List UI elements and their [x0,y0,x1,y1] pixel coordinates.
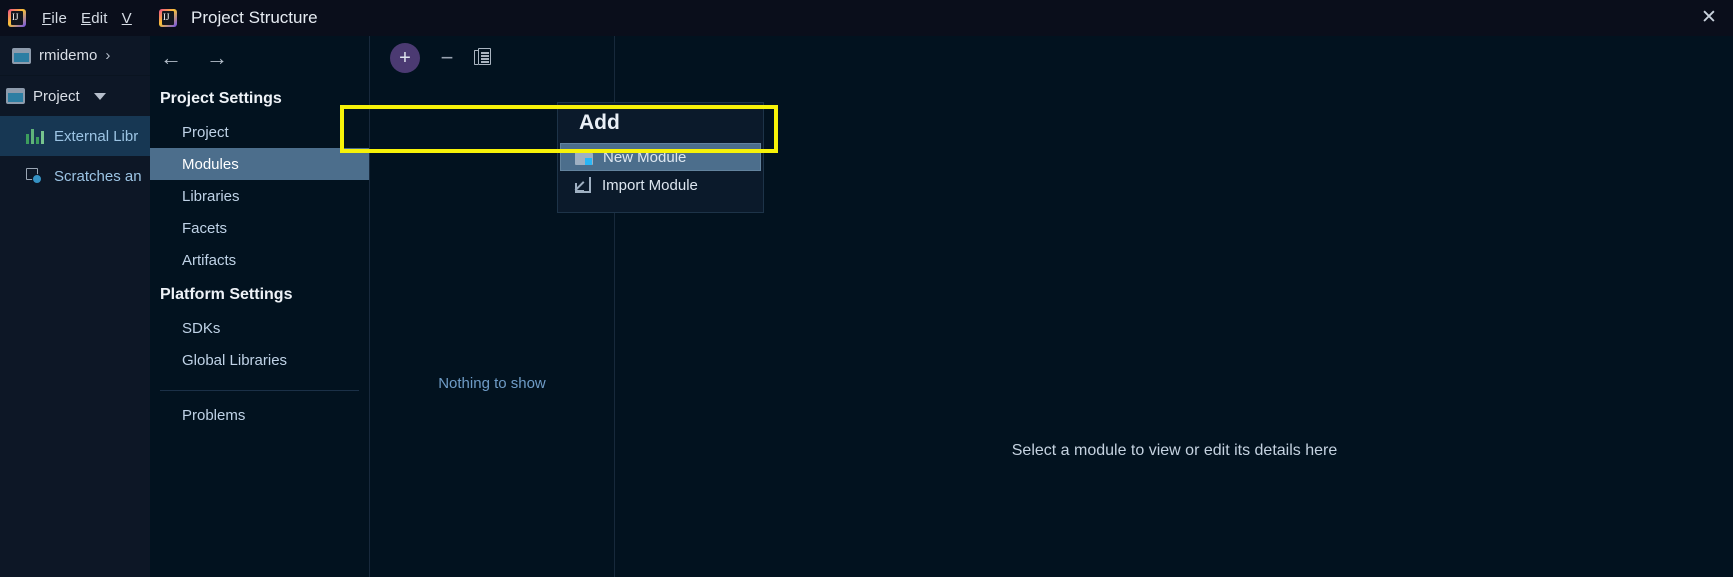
close-icon[interactable]: ✕ [1695,4,1723,32]
library-bars-icon [26,128,44,144]
tree-item-label: External Libr [54,127,139,145]
modules-toolbar: + − [370,36,614,80]
add-popup-menu: Add New Module Import Module [557,102,764,213]
breadcrumb[interactable]: rmidemo › [0,36,150,76]
project-structure-dialog: IJ Project Structure ✕ ← → Project Setti… [150,0,1733,577]
tree-item-label: Scratches an [54,167,142,185]
nav-heading-platform-settings: Platform Settings [160,286,293,303]
sidebar-item-facets[interactable]: Facets [150,212,369,244]
menu-item-view[interactable]: V [122,10,132,27]
add-button[interactable]: + [390,43,420,73]
ide-project-tool-window: rmidemo › Project External Libr Scratche… [0,36,150,577]
dialog-title-bar: IJ Project Structure ✕ [150,0,1733,36]
screen: IJ File Edit V rmidemo › Project Externa… [0,0,1733,577]
detail-empty-text: Select a module to view or edit its deta… [1011,442,1338,459]
intellij-logo-icon: IJ [157,7,179,29]
tool-window-header[interactable]: Project [0,76,150,116]
menu-item-file[interactable]: File [42,10,67,27]
module-icon [6,88,25,104]
popup-heading: Add [579,111,620,134]
tree-item-scratches[interactable]: Scratches an [0,156,150,196]
ide-menu-bar: IJ File Edit V [0,0,150,36]
sidebar-item-sdks[interactable]: SDKs [150,312,369,344]
chevron-down-icon[interactable] [93,92,106,100]
intellij-logo-icon: IJ [6,7,28,29]
forward-arrow-icon[interactable]: → [206,47,228,69]
menu-item-label: New Module [603,148,687,166]
import-module-arrow-icon [574,177,592,193]
remove-button[interactable]: − [436,47,458,69]
breadcrumb-project-label: rmidemo [39,47,98,64]
sidebar-item-global-libraries[interactable]: Global Libraries [150,344,369,376]
sidebar-item-project[interactable]: Project [150,116,369,148]
menu-item-import-module[interactable]: Import Module [560,171,761,199]
sidebar-item-artifacts[interactable]: Artifacts [150,244,369,276]
module-icon [12,47,31,64]
scratches-clock-icon [26,168,44,184]
nav-heading-project-settings: Project Settings [160,90,282,107]
dialog-title: Project Structure [191,8,318,27]
sidebar-item-modules[interactable]: Modules [150,148,369,180]
sidebar-item-libraries[interactable]: Libraries [150,180,369,212]
menu-item-label: Import Module [602,176,698,194]
copy-icon[interactable] [474,48,494,68]
nav-history-toolbar: ← → [150,36,369,80]
dialog-body: ← → Project Settings Project Modules Lib… [150,36,1733,577]
sidebar-item-problems[interactable]: Problems [150,399,369,431]
chevron-right-icon: › [105,47,111,64]
module-detail-panel: Select a module to view or edit its deta… [616,36,1733,577]
menu-item-new-module[interactable]: New Module [560,143,761,171]
nav-divider [160,390,359,391]
settings-nav-panel: ← → Project Settings Project Modules Lib… [150,36,370,577]
modules-empty-text: Nothing to show [438,375,546,392]
tool-window-title: Project [33,87,80,105]
new-module-folder-icon [575,149,593,165]
back-arrow-icon[interactable]: ← [160,47,182,69]
tree-item-external-libraries[interactable]: External Libr [0,116,150,156]
menu-item-edit[interactable]: Edit [81,10,108,27]
